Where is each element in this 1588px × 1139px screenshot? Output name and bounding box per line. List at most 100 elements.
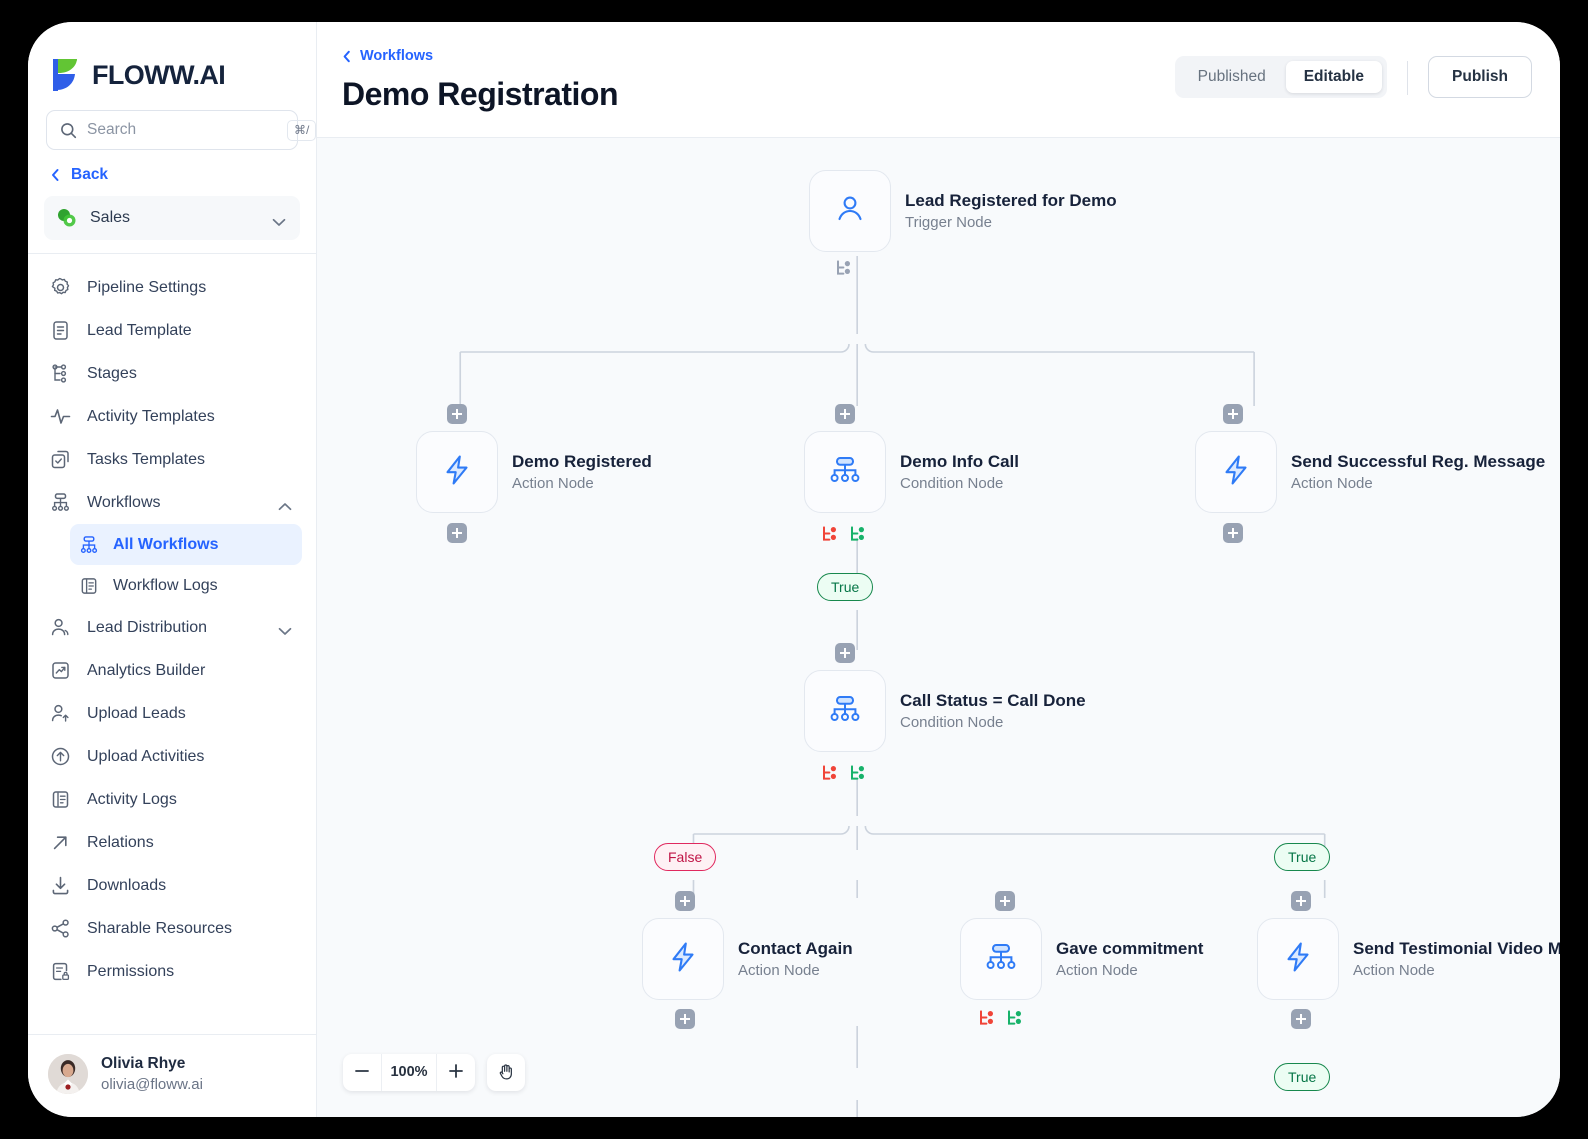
- brand-name: FLOWW.AI: [92, 59, 226, 90]
- pan-tool-button[interactable]: [487, 1054, 525, 1091]
- arrow-up-right-icon: [50, 832, 71, 853]
- sidebar-item-all-workflows[interactable]: All Workflows: [70, 524, 302, 565]
- sidebar-item-lead-template[interactable]: Lead Template: [42, 309, 302, 352]
- sales-circles-icon: [57, 208, 77, 228]
- sidebar-item-permissions[interactable]: Permissions: [42, 950, 302, 993]
- chevron-left-icon: [50, 168, 61, 182]
- condition-fork-handles[interactable]: [821, 524, 868, 543]
- node-title: Demo Info Call: [900, 451, 1020, 471]
- lightning-action-icon: [1219, 453, 1253, 492]
- flow-node-gave-commitment[interactable]: Gave commitment Action Node: [960, 918, 1203, 1000]
- node-fork-handle[interactable]: [835, 258, 854, 277]
- node-text: Send Testimonial Video M Action Node: [1353, 937, 1560, 982]
- tab-published[interactable]: Published: [1180, 61, 1284, 93]
- sidebar-item-stages[interactable]: Stages: [42, 352, 302, 395]
- publish-button[interactable]: Publish: [1428, 56, 1532, 98]
- sidebar-item-activity-logs[interactable]: Activity Logs: [42, 778, 302, 821]
- flow-node-send-successful-reg-message[interactable]: Send Successful Reg. Message Action Node: [1195, 431, 1545, 513]
- search-input[interactable]: [87, 121, 287, 139]
- zoom-out-button[interactable]: [343, 1054, 381, 1091]
- pulse-icon: [50, 406, 71, 427]
- tab-editable[interactable]: Editable: [1285, 61, 1383, 93]
- sidebar-item-workflow-logs[interactable]: Workflow Logs: [70, 565, 302, 606]
- flow-node-lead-registered[interactable]: Lead Registered for Demo Trigger Node: [809, 170, 1117, 252]
- sidebar-item-label: Upload Leads: [87, 704, 186, 722]
- node-title: Demo Registered: [512, 451, 652, 471]
- user-name: Olivia Rhye: [101, 1055, 186, 1072]
- node-subtitle: Action Node: [512, 474, 594, 492]
- sidebar-item-label: Lead Distribution: [87, 618, 208, 636]
- user-profile[interactable]: Olivia Rhye olivia@floww.ai: [28, 1035, 316, 1117]
- false-branch-handle-icon: [823, 526, 836, 541]
- search-icon: [60, 122, 77, 139]
- search-box[interactable]: ⌘/: [46, 110, 317, 150]
- node-icon-box: [809, 170, 891, 252]
- flow-node-demo-info-call[interactable]: Demo Info Call Condition Node: [804, 431, 1019, 513]
- false-branch-handle-icon: [823, 765, 836, 780]
- chevron-up-icon: [278, 498, 292, 511]
- zoom-in-button[interactable]: [437, 1054, 475, 1091]
- node-icon-box: [416, 431, 498, 513]
- brand[interactable]: FLOWW.AI: [28, 22, 316, 100]
- node-subtitle: Condition Node: [900, 474, 1004, 492]
- sidebar-item-label: Activity Templates: [87, 407, 215, 425]
- branch-badge-false[interactable]: False: [654, 843, 717, 871]
- branch-badge-true[interactable]: True: [817, 573, 874, 601]
- sidebar-item-sharable-resources[interactable]: Sharable Resources: [42, 907, 302, 950]
- chevron-down-icon: [278, 623, 292, 635]
- sidebar-item-label: Workflows: [87, 493, 161, 511]
- sidebar-item-upload-activities[interactable]: Upload Activities: [42, 735, 302, 778]
- add-node-button[interactable]: [1291, 1009, 1311, 1029]
- add-node-button[interactable]: [835, 404, 855, 424]
- sidebar-item-label: Tasks Templates: [87, 450, 205, 468]
- chevron-down-icon: [272, 214, 286, 226]
- node-text: Gave commitment Action Node: [1056, 937, 1203, 982]
- workflow-icon: [79, 535, 99, 555]
- zoom-group: 100%: [343, 1054, 475, 1091]
- node-icon-box: [1195, 431, 1277, 513]
- add-node-button[interactable]: [1291, 891, 1311, 911]
- sidebar-back-button[interactable]: Back: [28, 150, 316, 194]
- sidebar-item-upload-leads[interactable]: Upload Leads: [42, 692, 302, 735]
- add-node-button[interactable]: [675, 1009, 695, 1029]
- sidebar-item-activity-templates[interactable]: Activity Templates: [42, 395, 302, 438]
- branch-badge-true[interactable]: True: [1274, 1063, 1331, 1091]
- sidebar-item-pipeline-settings[interactable]: Pipeline Settings: [42, 266, 302, 309]
- workflow-canvas[interactable]: Lead Registered for Demo Trigger Node De…: [317, 138, 1560, 1117]
- sidebar-item-relations[interactable]: Relations: [42, 821, 302, 864]
- sidebar-item-label: Activity Logs: [87, 790, 177, 808]
- node-subtitle: Condition Node: [900, 713, 1004, 731]
- breadcrumb[interactable]: Workflows: [342, 48, 1175, 64]
- condition-fork-handles[interactable]: [978, 1008, 1025, 1027]
- workspace-selector[interactable]: Sales: [44, 196, 300, 240]
- add-node-button[interactable]: [1223, 523, 1243, 543]
- sidebar-item-lead-distribution[interactable]: Lead Distribution: [42, 606, 302, 649]
- lightning-action-icon: [440, 453, 474, 492]
- sidebar-item-workflows[interactable]: Workflows: [42, 481, 302, 524]
- sidebar-item-tasks-templates[interactable]: Tasks Templates: [42, 438, 302, 481]
- condition-fork-handles[interactable]: [821, 763, 868, 782]
- add-node-button[interactable]: [675, 891, 695, 911]
- flow-node-send-testimonial-video[interactable]: Send Testimonial Video M Action Node: [1257, 918, 1560, 1000]
- flow-node-demo-registered[interactable]: Demo Registered Action Node: [416, 431, 652, 513]
- node-text: Call Status = Call Done Condition Node: [900, 689, 1086, 734]
- add-node-button[interactable]: [835, 643, 855, 663]
- sidebar-item-analytics-builder[interactable]: Analytics Builder: [42, 649, 302, 692]
- download-icon: [50, 875, 71, 896]
- flow-node-contact-again[interactable]: Contact Again Action Node: [642, 918, 853, 1000]
- add-node-button[interactable]: [1223, 404, 1243, 424]
- add-node-button[interactable]: [447, 404, 467, 424]
- add-node-button[interactable]: [447, 523, 467, 543]
- sidebar-item-label: Permissions: [87, 962, 175, 980]
- node-title: Call Status = Call Done: [900, 690, 1086, 710]
- gear-icon: [50, 277, 71, 298]
- workspace-label: Sales: [90, 209, 131, 226]
- sidebar-item-downloads[interactable]: Downloads: [42, 864, 302, 907]
- node-icon-box: [642, 918, 724, 1000]
- flow-node-call-status[interactable]: Call Status = Call Done Condition Node: [804, 670, 1086, 752]
- header-left: Workflows Demo Registration: [342, 48, 1175, 137]
- branch-badge-true[interactable]: True: [1274, 843, 1331, 871]
- workflow-icon: [50, 492, 71, 513]
- add-node-button[interactable]: [995, 891, 1015, 911]
- branch-handle-icon: [837, 260, 850, 275]
